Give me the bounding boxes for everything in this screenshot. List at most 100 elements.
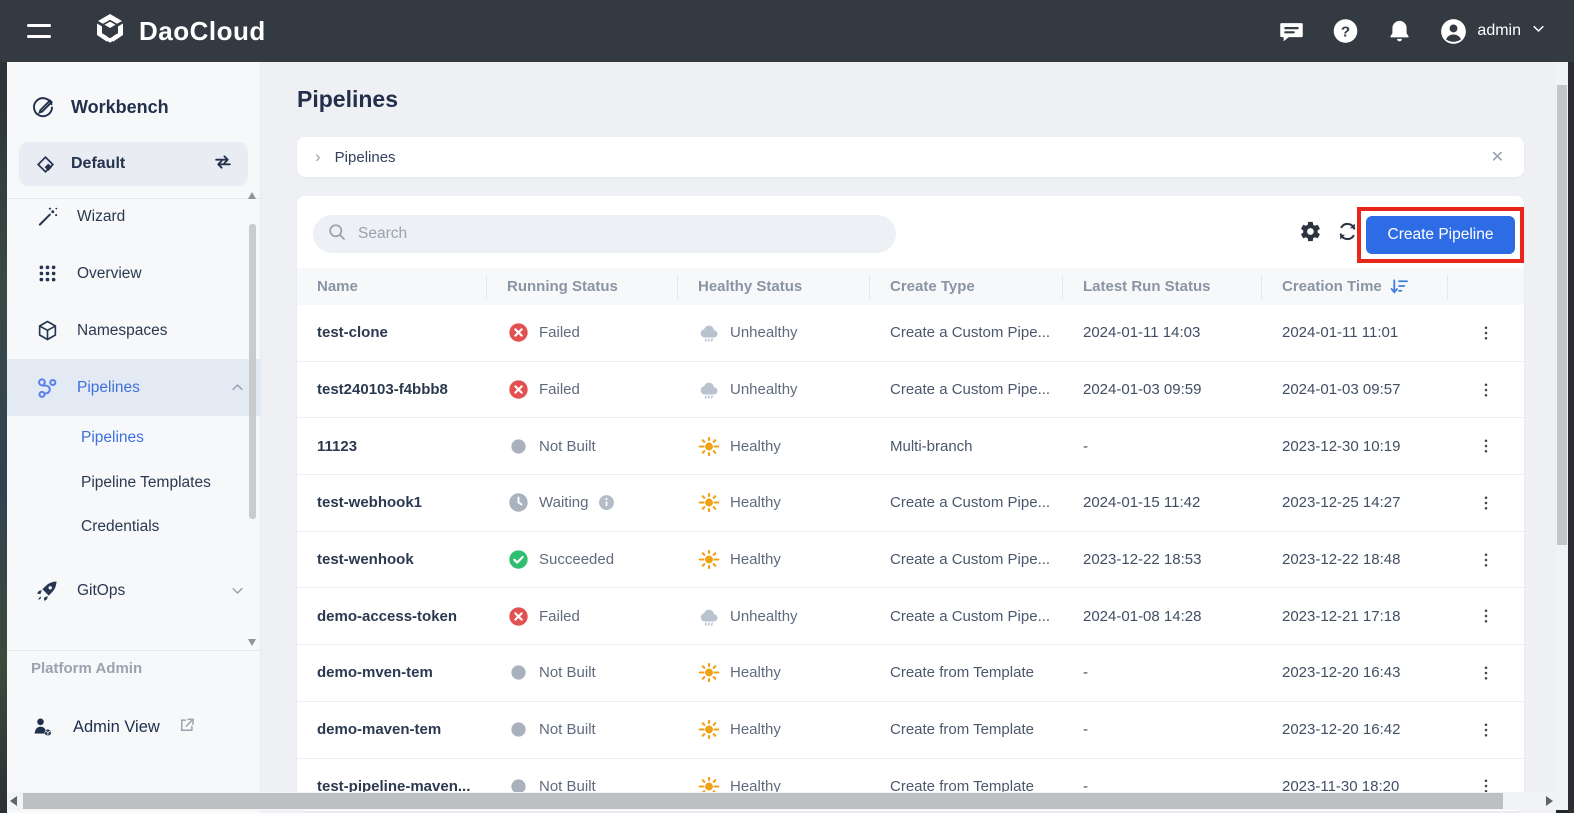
healthy-status-cell: Healthy xyxy=(678,492,870,514)
running-status-cell: Failed xyxy=(487,322,678,344)
column-header-label: Healthy Status xyxy=(698,278,802,295)
pipeline-name[interactable]: demo-access-token xyxy=(297,608,487,625)
sidebar-item-overview[interactable]: Overview xyxy=(7,245,260,302)
status-label: Healthy xyxy=(730,438,781,455)
kebab-menu-icon[interactable] xyxy=(1477,664,1495,682)
column-header-name: Name xyxy=(297,275,487,299)
table-row: test-webhook1WaitingHealthyCreate a Cust… xyxy=(297,475,1524,532)
create-pipeline-button[interactable]: Create Pipeline xyxy=(1366,216,1515,254)
latest-run-cell: 2024-01-15 11:42 xyxy=(1063,494,1262,511)
column-header-label: Latest Run Status xyxy=(1083,278,1211,295)
pipeline-name[interactable]: 11123 xyxy=(297,438,487,455)
create-type-cell: Create a Custom Pipe... xyxy=(870,381,1063,398)
healthy-status-icon xyxy=(698,549,720,571)
not-built-status-icon xyxy=(507,435,529,457)
sidebar-item-gitops[interactable]: GitOps xyxy=(7,563,260,620)
admin-view-label: Admin View xyxy=(73,718,160,737)
column-header-creation[interactable]: Creation Time xyxy=(1262,275,1448,299)
row-actions-menu[interactable] xyxy=(1448,551,1524,569)
status-label: Not Built xyxy=(539,664,596,681)
menu-icon[interactable] xyxy=(27,24,51,38)
sidebar-subitem-pipelines-sub[interactable]: Pipelines xyxy=(7,416,260,461)
product-header: Workbench xyxy=(7,62,260,128)
username-label: admin xyxy=(1477,22,1521,40)
vertical-scrollbar[interactable] xyxy=(1556,62,1568,810)
kebab-menu-icon[interactable] xyxy=(1477,721,1495,739)
pipeline-name[interactable]: demo-maven-tem xyxy=(297,721,487,738)
pipeline-name[interactable]: test-clone xyxy=(297,324,487,341)
healthy-status-icon xyxy=(698,662,720,684)
external-link-icon xyxy=(178,716,196,739)
kebab-menu-icon[interactable] xyxy=(1477,437,1495,455)
kebab-menu-icon[interactable] xyxy=(1477,324,1495,342)
sidebar-subitem-credentials[interactable]: Credentials xyxy=(7,505,260,550)
row-actions-menu[interactable] xyxy=(1448,721,1524,739)
hscroll-left-arrow-icon[interactable] xyxy=(10,796,17,806)
creation-time-cell: 2023-12-20 16:43 xyxy=(1262,664,1448,681)
row-actions-menu[interactable] xyxy=(1448,664,1524,682)
kebab-menu-icon[interactable] xyxy=(1477,494,1495,512)
help-icon[interactable]: ? xyxy=(1332,18,1359,45)
sidebar-item-label: Overview xyxy=(77,265,246,283)
daocloud-logo: DaoCloud xyxy=(93,12,266,51)
user-menu[interactable]: admin xyxy=(1440,18,1546,45)
kebab-menu-icon[interactable] xyxy=(1477,607,1495,625)
pipeline-icon xyxy=(35,376,59,400)
row-actions-menu[interactable] xyxy=(1448,437,1524,455)
creation-time-cell: 2024-01-03 09:57 xyxy=(1262,381,1448,398)
horizontal-scroll-thumb[interactable] xyxy=(23,793,1503,809)
search-box[interactable] xyxy=(313,215,896,253)
table-row: test240103-f4bbb8FailedUnhealthyCreate a… xyxy=(297,362,1524,419)
latest-run-cell: 2024-01-03 09:59 xyxy=(1063,381,1262,398)
column-header-actions xyxy=(1448,275,1524,299)
scroll-down-arrow-icon[interactable] xyxy=(248,639,256,646)
pipeline-name[interactable]: test-wenhook xyxy=(297,551,487,568)
sidebar-item-namespaces[interactable]: Namespaces xyxy=(7,302,260,359)
sidebar-scroll-thumb[interactable] xyxy=(249,224,256,519)
sidebar-subitem-pipeline-templates[interactable]: Pipeline Templates xyxy=(7,461,260,506)
user-chevron-down-icon xyxy=(1531,21,1546,41)
column-header-healthy: Healthy Status xyxy=(678,275,870,299)
sort-descending-icon[interactable] xyxy=(1390,277,1409,296)
messages-icon[interactable] xyxy=(1278,18,1305,45)
vertical-scroll-thumb[interactable] xyxy=(1557,85,1567,545)
notifications-bell-icon[interactable] xyxy=(1386,18,1413,45)
workspace-switcher[interactable]: Default xyxy=(19,142,248,186)
sidebar-item-progressive-delivery[interactable]: Progressive Delivery xyxy=(7,632,260,652)
horizontal-scrollbar[interactable] xyxy=(7,792,1556,810)
annotation-highlight-box: Create Pipeline xyxy=(1357,207,1524,263)
sidebar-item-admin-view[interactable]: Admin View xyxy=(7,702,260,752)
creation-time-cell: 2023-12-25 14:27 xyxy=(1262,494,1448,511)
workspace-swap-icon[interactable] xyxy=(212,151,234,178)
healthy-status-cell: Healthy xyxy=(678,549,870,571)
status-label: Waiting xyxy=(539,494,588,511)
row-actions-menu[interactable] xyxy=(1448,324,1524,342)
latest-run-cell: - xyxy=(1063,721,1262,738)
kebab-menu-icon[interactable] xyxy=(1477,551,1495,569)
creation-time-cell: 2023-12-30 10:19 xyxy=(1262,438,1448,455)
logo-text: DaoCloud xyxy=(139,16,266,47)
create-type-cell: Multi-branch xyxy=(870,438,1063,455)
scroll-up-arrow-icon[interactable] xyxy=(248,192,256,199)
pipeline-name[interactable]: test240103-f4bbb8 xyxy=(297,381,487,398)
running-status-cell: Succeeded xyxy=(487,549,678,571)
healthy-status-cell: Healthy xyxy=(678,435,870,457)
row-actions-menu[interactable] xyxy=(1448,381,1524,399)
sidebar-scrollbar[interactable] xyxy=(248,190,257,648)
pipeline-name[interactable]: test-webhook1 xyxy=(297,494,487,511)
search-input[interactable] xyxy=(356,224,882,244)
table-settings-gear-icon[interactable] xyxy=(1297,218,1323,244)
hscroll-right-arrow-icon[interactable] xyxy=(1546,796,1553,806)
row-actions-menu[interactable] xyxy=(1448,494,1524,512)
sidebar-subitem-label: Credentials xyxy=(81,518,159,536)
chevron-up-icon xyxy=(230,380,246,396)
info-icon[interactable] xyxy=(598,494,615,511)
kebab-menu-icon[interactable] xyxy=(1477,381,1495,399)
sidebar-item-wizard[interactable]: Wizard xyxy=(7,188,260,245)
row-actions-menu[interactable] xyxy=(1448,607,1524,625)
sidebar-item-pipelines[interactable]: Pipelines xyxy=(7,359,260,416)
pipeline-name[interactable]: demo-mven-tem xyxy=(297,664,487,681)
status-label: Unhealthy xyxy=(730,381,798,398)
column-header-label: Create Type xyxy=(890,278,975,295)
breadcrumb-close-icon[interactable]: ✕ xyxy=(1489,147,1506,167)
